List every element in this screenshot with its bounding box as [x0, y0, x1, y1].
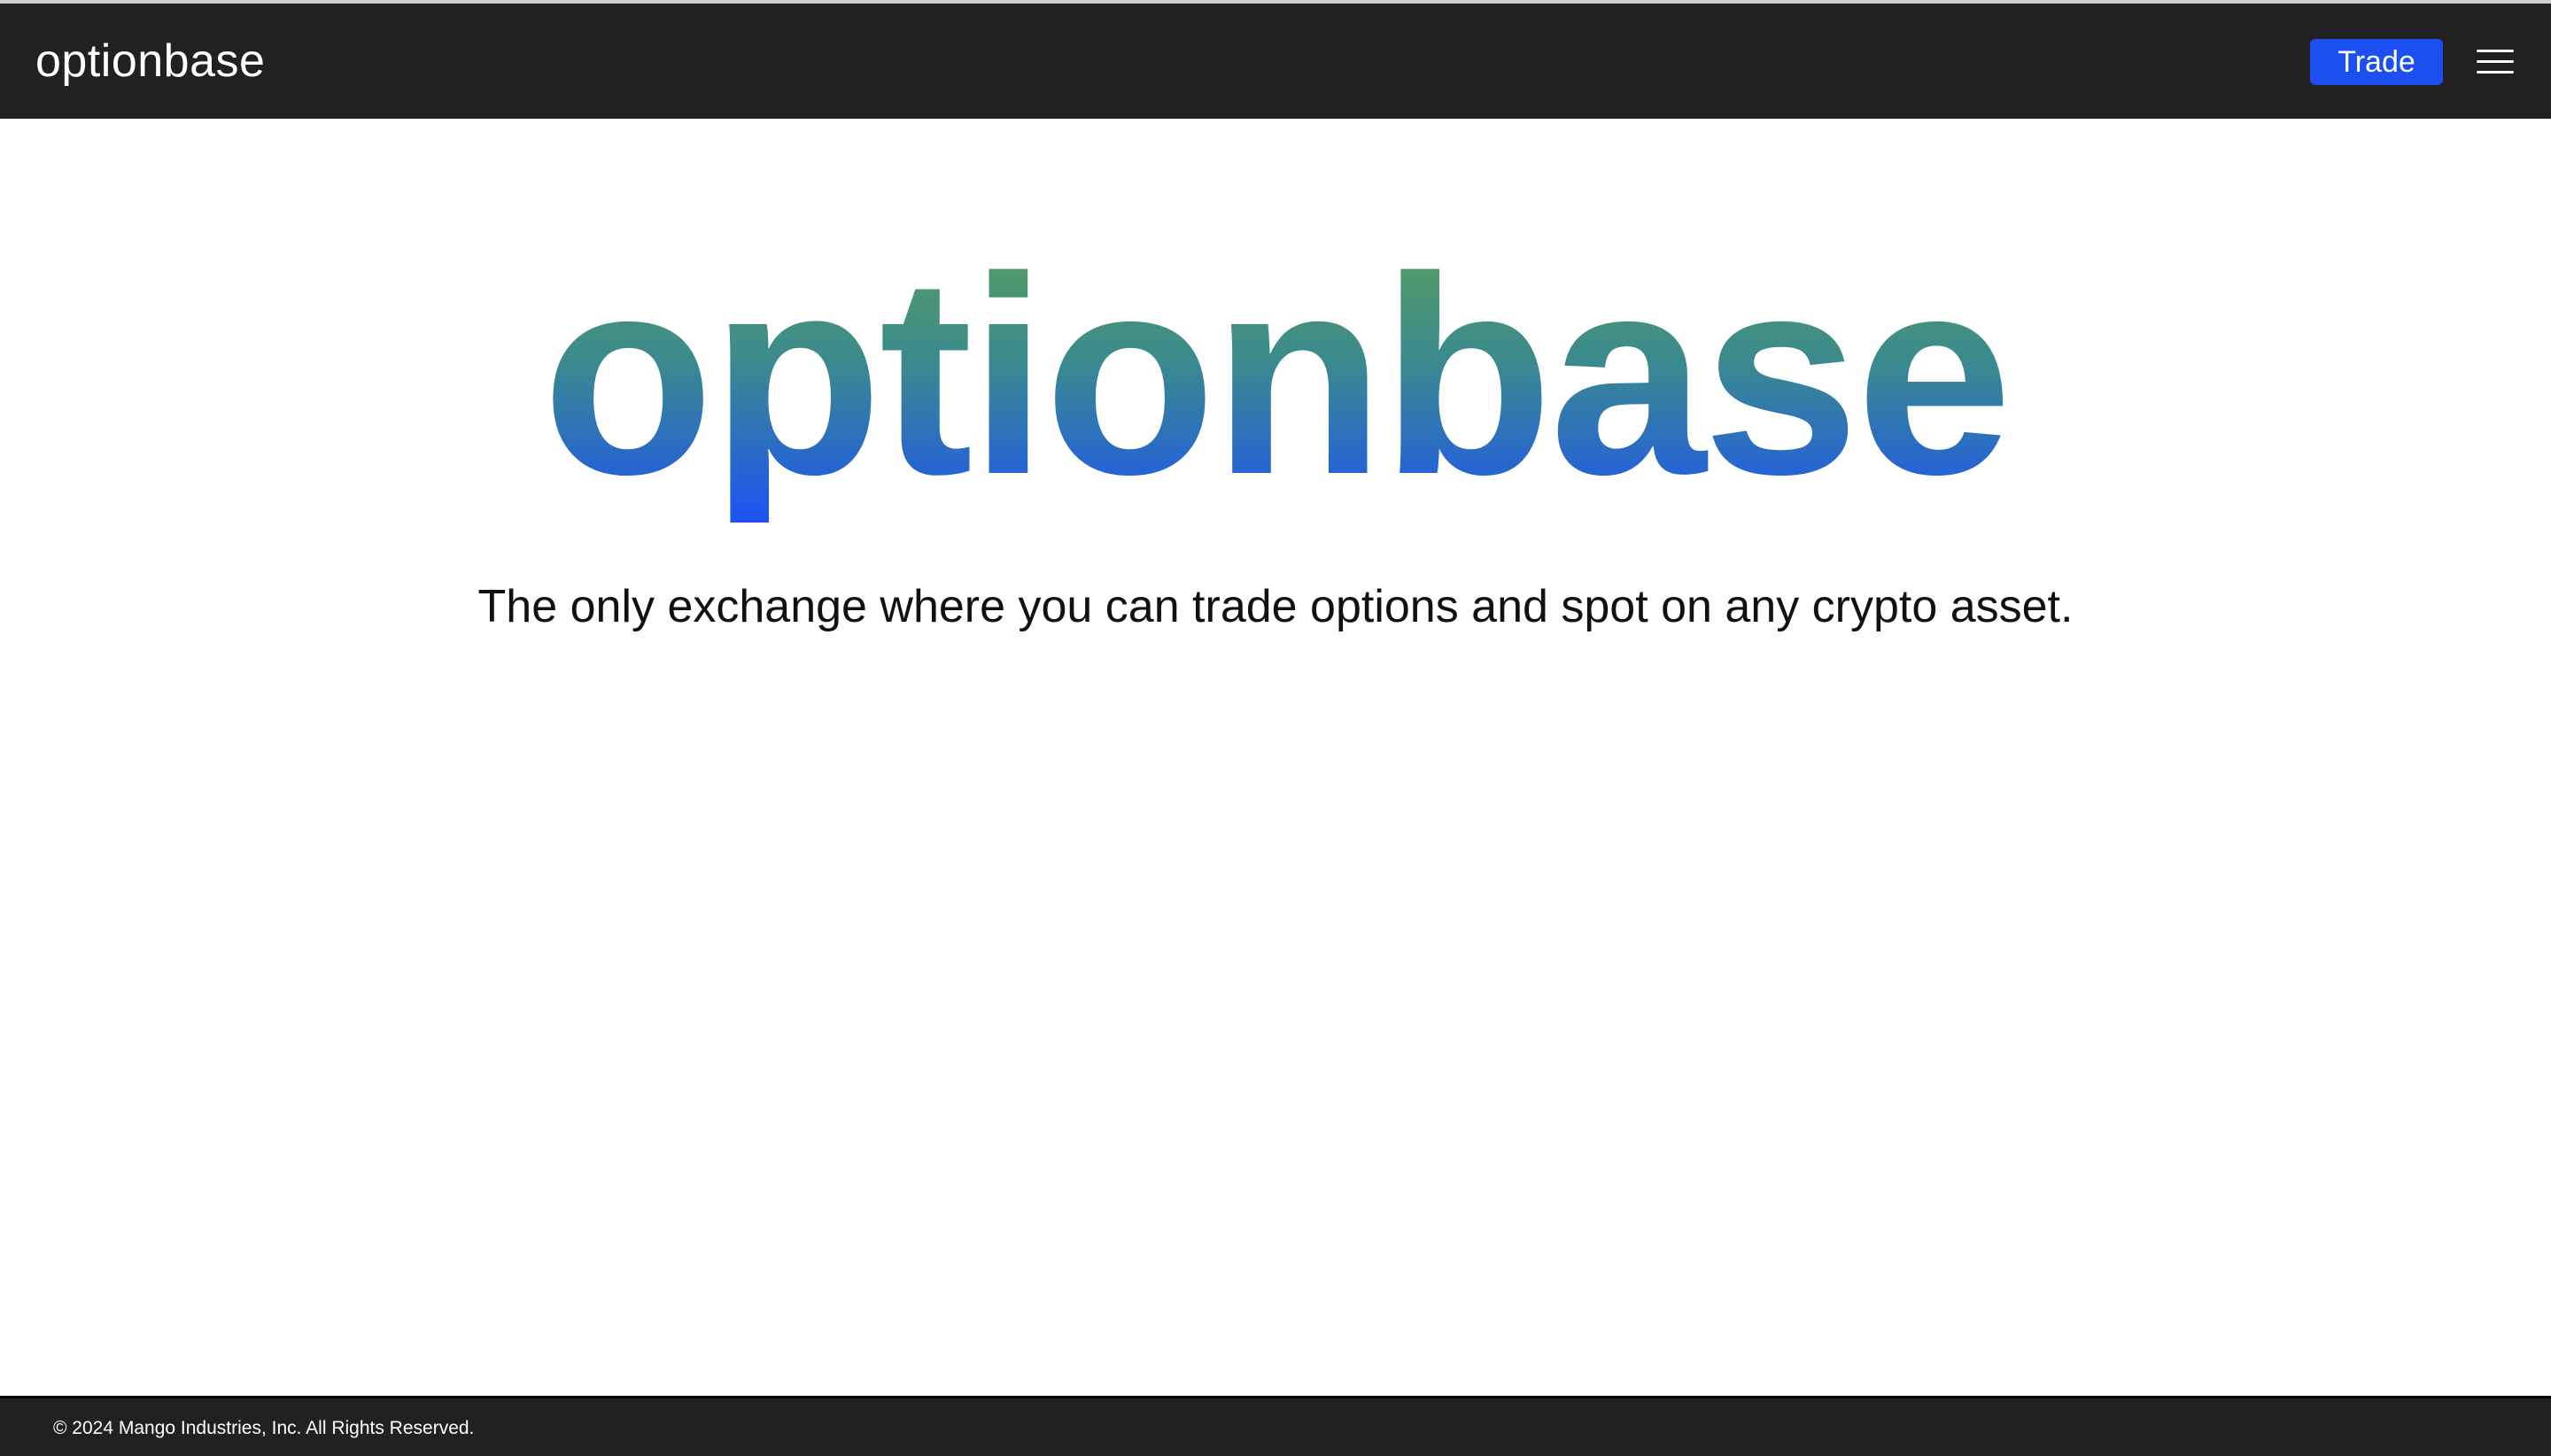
trade-button[interactable]: Trade	[2310, 39, 2443, 85]
menu-line	[2477, 71, 2514, 74]
copyright-text: © 2024 Mango Industries, Inc. All Rights…	[53, 1418, 475, 1438]
hamburger-menu-icon[interactable]	[2477, 46, 2516, 78]
footer: © 2024 Mango Industries, Inc. All Rights…	[0, 1396, 2551, 1456]
hero-tagline: The only exchange where you can trade op…	[477, 581, 2074, 632]
menu-line	[2477, 60, 2514, 63]
brand-logo-link[interactable]: optionbase	[35, 30, 265, 92]
menu-line	[2477, 50, 2514, 52]
hero-title: optionbase	[0, 230, 2551, 523]
navbar: optionbase Trade	[0, 4, 2551, 119]
